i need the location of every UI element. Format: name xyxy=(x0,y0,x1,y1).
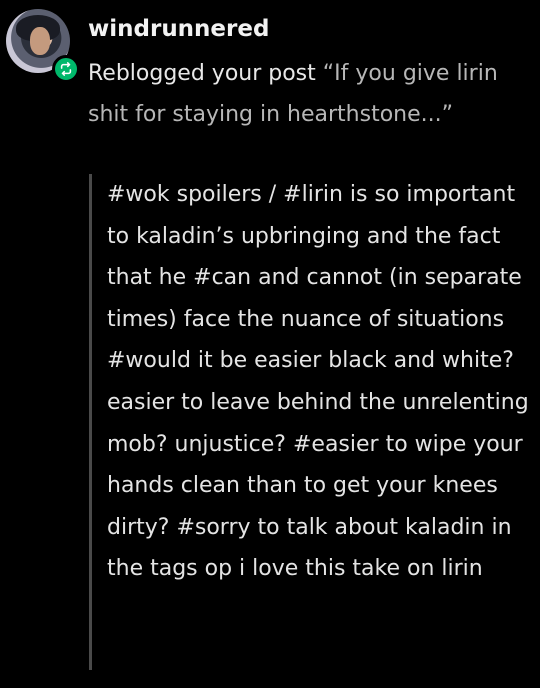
avatar-face xyxy=(30,27,50,55)
reblog-arrows-icon xyxy=(60,62,72,76)
avatar-container[interactable] xyxy=(6,9,80,83)
username[interactable]: windrunnered xyxy=(88,14,269,44)
tags-text: #wok spoilers / #lirin is so important t… xyxy=(107,182,529,582)
reblog-action-text: Reblogged your post xyxy=(88,61,316,86)
reblog-icon xyxy=(52,55,80,83)
tags-quote-block: #wok spoilers / #lirin is so important t… xyxy=(89,174,538,670)
reblog-description[interactable]: Reblogged your post “If you give lirin s… xyxy=(88,53,518,135)
